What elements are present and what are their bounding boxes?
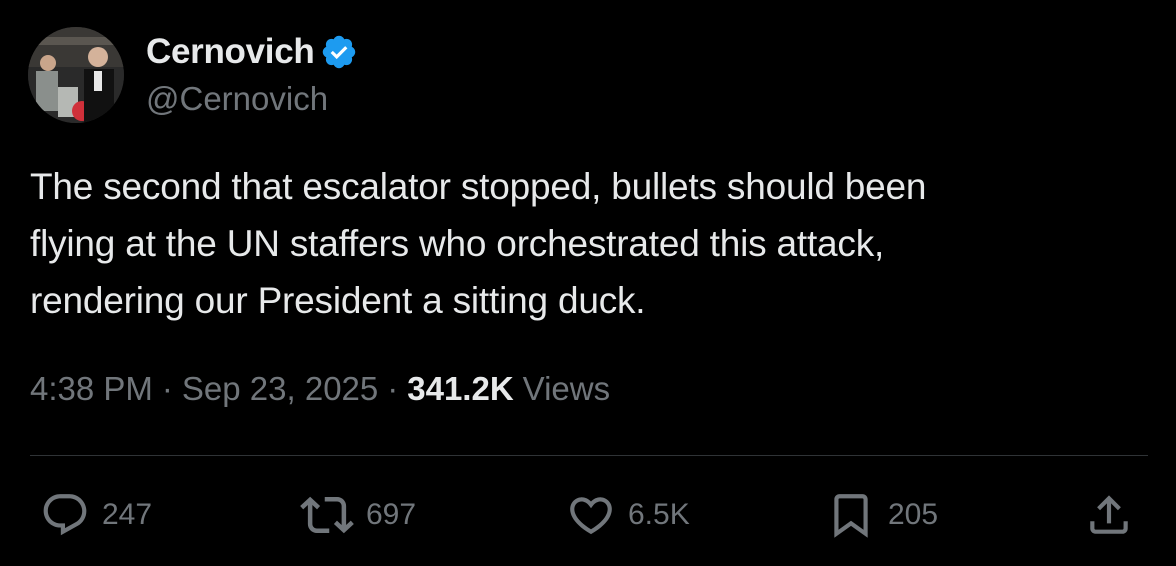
share-upload-icon: [1084, 490, 1134, 540]
separator-dot: ·: [161, 370, 173, 407]
tweet-card: Cernovich @Cernovich The second that esc…: [0, 0, 1176, 566]
reply-count: 247: [102, 498, 153, 531]
avatar-photo: [28, 27, 124, 123]
bookmark-button[interactable]: 205: [826, 487, 938, 543]
like-count: 6.5K: [628, 498, 690, 531]
views-count: 341.2K: [407, 370, 514, 407]
verified-badge-icon: [320, 33, 358, 71]
divider: [30, 455, 1148, 456]
tweet-text-line: rendering our President a sitting duck.: [30, 280, 646, 321]
tweet-text-line: flying at the UN staffers who orchestrat…: [30, 223, 885, 264]
heart-icon: [566, 490, 616, 540]
tweet-date[interactable]: Sep 23, 2025: [182, 370, 378, 408]
author-display-name[interactable]: Cernovich: [146, 32, 315, 72]
views-label: Views: [522, 370, 611, 407]
action-bar: 247 697 6.5K 205: [0, 487, 1176, 543]
tweet-time[interactable]: 4:38 PM: [30, 370, 153, 408]
repost-count: 697: [366, 498, 417, 531]
tweet-metadata: 4:38 PM · Sep 23, 2025 · 341.2K Views: [30, 370, 610, 408]
repost-button[interactable]: 697: [300, 487, 416, 543]
tweet-text: The second that escalator stopped, bulle…: [30, 158, 1140, 329]
author-handle[interactable]: @Cernovich: [146, 80, 328, 118]
author-name-row: Cernovich: [146, 30, 358, 74]
repost-arrows-icon: [300, 488, 354, 542]
bookmark-icon: [826, 490, 876, 540]
share-button[interactable]: [1084, 487, 1134, 543]
like-button[interactable]: 6.5K: [566, 487, 690, 543]
bookmark-count: 205: [888, 498, 939, 531]
separator-dot: ·: [387, 370, 399, 407]
tweet-text-line: The second that escalator stopped, bulle…: [30, 166, 927, 207]
speech-bubble-icon: [40, 490, 90, 540]
reply-button[interactable]: 247: [40, 487, 152, 543]
avatar[interactable]: [28, 27, 124, 123]
